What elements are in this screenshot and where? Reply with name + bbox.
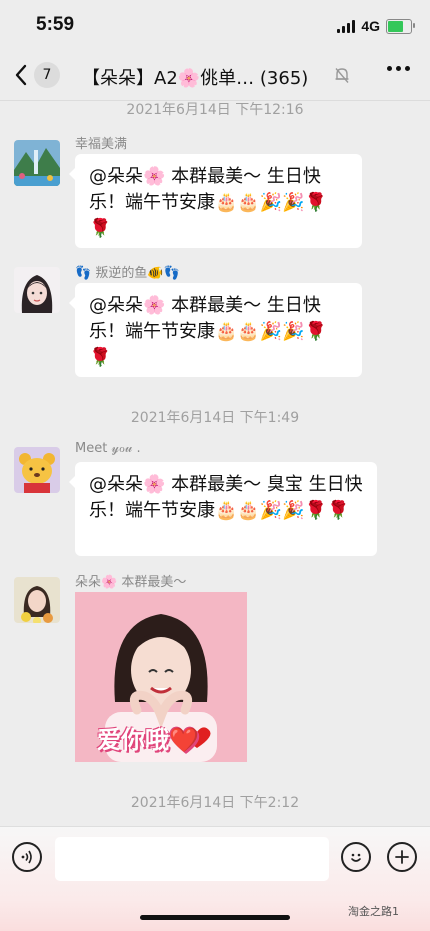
- message-bubble[interactable]: @朵朵🌸 本群最美～ 生日快乐！端午节安康🎂🎂🎉🎉🌹🌹: [69, 283, 362, 377]
- network-label: 4G: [361, 18, 380, 34]
- more-options-button[interactable]: [387, 66, 410, 71]
- chat-title[interactable]: 【朵朵】A2🌸佻单… (365): [82, 64, 308, 90]
- avatar[interactable]: [14, 267, 60, 313]
- voice-input-button[interactable]: [12, 842, 42, 872]
- avatar[interactable]: [14, 447, 60, 493]
- smiley-icon: [351, 853, 361, 862]
- sender-name: Meet 𝓎ℴ𝓊 .: [75, 441, 141, 456]
- message-timestamp: 2021年6月14日 下午2:12: [130, 795, 300, 811]
- more-functions-button[interactable]: [387, 842, 417, 872]
- photo-caption: 爱你哦❤️: [97, 726, 199, 754]
- message-bubble[interactable]: @朵朵🌸 本群最美～ 臭宝 生日快乐！端午节安康🎂🎂🎉🎉🌹🌹: [69, 462, 377, 556]
- bear-avatar-icon: [14, 447, 60, 493]
- status-time: 5:59: [36, 14, 75, 35]
- chat-header: 7 【朵朵】A2🌸佻单… (365): [0, 52, 430, 101]
- home-indicator: [140, 915, 290, 920]
- sender-name: 幸福美满: [75, 137, 128, 152]
- girl-avatar-icon: [14, 267, 60, 313]
- sender-name: 朵朵🌸 本群最美～: [75, 575, 187, 590]
- unread-count-badge: 7: [34, 62, 60, 88]
- battery-icon: [386, 18, 415, 34]
- message-timestamp: 2021年6月14日 下午1:49: [130, 410, 300, 426]
- back-button[interactable]: 7: [14, 62, 60, 88]
- voice-icon: [21, 850, 32, 864]
- status-bar: 5:59 4G: [0, 0, 430, 52]
- plus-icon: [395, 850, 409, 864]
- message-bubble[interactable]: @朵朵🌸 本群最美～ 生日快乐！端午节安康🎂🎂🎉🎉🌹🌹: [69, 154, 362, 248]
- mute-bell-icon: [335, 68, 349, 83]
- shared-photo[interactable]: 爱你哦❤️: [75, 592, 247, 762]
- watermark: 淘金之路1: [348, 905, 399, 918]
- avatar[interactable]: [14, 140, 60, 186]
- landscape-avatar-icon: [14, 140, 60, 186]
- woman-flowers-avatar-icon: [14, 577, 60, 623]
- message-input[interactable]: [55, 837, 329, 881]
- sender-name: 👣 叛逆的鱼🐠👣: [75, 266, 180, 281]
- signal-icon: [337, 19, 356, 33]
- emoji-button[interactable]: [341, 842, 371, 872]
- message-timestamp: 2021年6月14日 下午12:16: [126, 102, 304, 118]
- chevron-left-icon: [15, 64, 27, 86]
- avatar[interactable]: [14, 577, 60, 623]
- status-icons: 4G: [337, 18, 415, 34]
